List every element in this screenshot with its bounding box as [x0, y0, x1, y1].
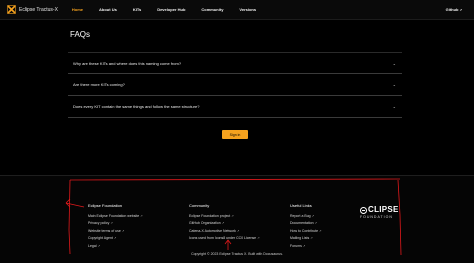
footer-link-label: Forums	[290, 243, 302, 248]
footer-link[interactable]: Mailing Lists ↗	[290, 235, 321, 243]
footer-link-label: Eclipse Foundation project	[189, 213, 231, 218]
brand-name: Eclipse Tractus-X	[19, 6, 58, 13]
footer-link[interactable]: Website terms of use ↗	[88, 227, 143, 235]
footer-link[interactable]: Legal ↗	[88, 242, 143, 250]
chevron-down-icon: ⌄	[392, 60, 396, 66]
footer-link[interactable]: GitHub Organization ↗	[189, 220, 259, 228]
top-navbar: Eclipse Tractus-X Home About Us KITs Dev…	[0, 0, 474, 20]
external-link-icon: ↗	[121, 228, 125, 233]
nav-home[interactable]: Home	[72, 7, 83, 12]
footer-link-label: GitHub Organization	[189, 221, 221, 226]
footer-link-label: Report a Bug	[290, 213, 311, 218]
faq-item[interactable]: Are there more KITs coming? ⌄	[68, 74, 402, 96]
faq-question: Are there more KITs coming?	[73, 82, 125, 87]
faq-list: Why are these KITs and where does this n…	[68, 52, 402, 118]
footer-link[interactable]: Eclipse Foundation project ↗	[189, 212, 259, 220]
external-link-icon: ↗	[140, 213, 143, 218]
faq-question: Does every KIT contain the same things a…	[73, 104, 200, 109]
footer-column-useful-links: Useful Links Report a Bug ↗ Documentation…	[290, 203, 321, 250]
footer-column-eclipse-foundation: Eclipse Foundation Main Eclipse Foundati…	[88, 203, 143, 250]
nav-about-us[interactable]: About Us	[99, 7, 117, 12]
copyright-text: Copyright © 2023 Eclipse Tractus X. Buil…	[191, 252, 283, 256]
footer-link[interactable]: Forums ↗	[290, 242, 321, 250]
eclipse-foundation-logo[interactable]: CLIPSE FOUNDATION	[360, 206, 400, 219]
footer-column-title: Community	[189, 203, 210, 208]
external-link-icon: ↗	[113, 236, 117, 241]
tractus-x-logo-icon	[7, 5, 16, 14]
footer-link-label: Documentation	[290, 221, 314, 226]
eclipse-logo-wordmark: CLIPSE	[360, 206, 400, 214]
nav-developer-hub[interactable]: Developer Hub	[157, 7, 185, 12]
eclipse-logo-subtitle: FOUNDATION	[360, 215, 393, 219]
footer-link-label: Catena-X Automotive Network	[189, 228, 236, 233]
footer-link-label: How to Contribute	[290, 228, 319, 233]
external-link-icon: ↗	[97, 243, 100, 248]
footer-link[interactable]: Icons used from Icons8 under CC0 License…	[189, 235, 259, 243]
footer-link[interactable]: Catena-X Automotive Network ↗	[189, 227, 259, 235]
sign-in-button[interactable]: Sign in	[222, 130, 248, 139]
nav-github-label: Github	[445, 7, 459, 12]
footer-link-label: Icons used from Icons8 under CC0 License	[189, 236, 257, 241]
faq-question: Why are these KITs and where does this n…	[73, 60, 182, 66]
chevron-down-icon: ⌄	[392, 82, 396, 87]
footer-link-label: Legal	[88, 243, 97, 248]
footer-link[interactable]: Copyright Agent ↗	[88, 235, 143, 243]
nav-versions[interactable]: Versions	[239, 7, 256, 12]
nav-kits[interactable]: KITs	[133, 7, 141, 12]
external-link-icon: ↗	[310, 236, 313, 241]
footer-column-title: Eclipse Foundation	[88, 203, 123, 208]
nav-community[interactable]: Community	[201, 7, 223, 12]
footer-link[interactable]: How to Contribute ↗	[290, 227, 321, 235]
footer-link[interactable]: Main Eclipse Foundation website ↗	[88, 212, 143, 220]
faq-item[interactable]: Does every KIT contain the same things a…	[68, 96, 402, 118]
brand-link[interactable]: Eclipse Tractus-X	[7, 5, 58, 14]
footer-link-label: Copyright Agent	[88, 236, 113, 241]
footer-column-title: Useful Links	[290, 203, 312, 208]
footer-link[interactable]: Privacy policy ↗	[88, 220, 143, 228]
nav-github[interactable]: Github ↗	[446, 7, 462, 12]
footer: Eclipse Foundation Main Eclipse Foundati…	[0, 175, 474, 263]
footer-link-label: Website terms of use	[88, 228, 121, 233]
external-link-icon: ↗	[314, 221, 317, 226]
external-link-icon: ↗	[302, 243, 306, 248]
footer-column-community: Community Eclipse Foundation project ↗ Gi…	[189, 203, 259, 242]
external-link-icon: ↗	[311, 213, 314, 218]
external-link-icon: ↗	[257, 236, 260, 241]
external-link-icon: ↗	[319, 228, 322, 233]
footer-link-label: Main Eclipse Foundation website	[88, 213, 140, 218]
chevron-down-icon: ⌄	[392, 104, 396, 109]
external-link-icon: ↗	[221, 221, 225, 226]
footer-link[interactable]: Documentation ↗	[290, 220, 321, 228]
footer-link[interactable]: Report a Bug ↗	[290, 212, 321, 220]
eclipse-ring-icon	[360, 206, 367, 214]
external-link-icon: ↗	[231, 213, 234, 218]
external-link-icon: ↗	[110, 221, 113, 226]
eclipse-logo-word: CLIPSE	[368, 205, 399, 214]
faq-item[interactable]: Why are these KITs and where does this n…	[68, 52, 402, 74]
external-link-icon: ↗	[459, 7, 462, 12]
footer-link-label: Mailing Lists	[290, 236, 310, 241]
external-link-icon: ↗	[236, 228, 240, 233]
page-title: FAQs	[70, 30, 91, 39]
footer-link-label: Privacy policy	[88, 221, 110, 226]
